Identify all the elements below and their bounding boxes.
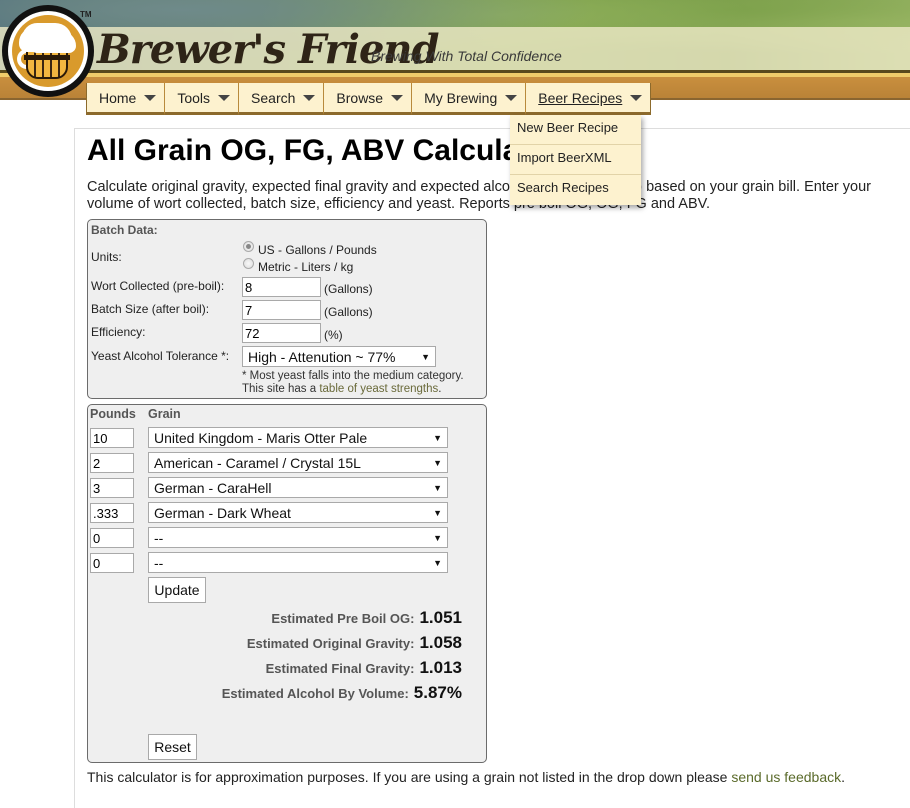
disclaimer: This calculator is for approximation pur…	[87, 769, 845, 785]
pre-boil-og-value: 1.051	[419, 608, 462, 627]
pre-boil-og-label: Estimated Pre Boil OG:	[271, 611, 415, 626]
grain-select-value: --	[154, 529, 164, 546]
fg-label: Estimated Final Gravity:	[265, 661, 415, 676]
dropdown-arrow-icon: ▼	[433, 457, 442, 468]
units-metric-radio[interactable]	[243, 258, 254, 269]
result-pre-boil-og: Estimated Pre Boil OG: 1.051	[271, 608, 462, 628]
pounds-column-header: Pounds	[90, 407, 136, 421]
caret-down-icon	[303, 94, 316, 101]
yeast-note-prefix: This site has a	[242, 383, 320, 395]
grain-select-value: --	[154, 554, 164, 571]
pounds-input[interactable]	[90, 553, 134, 573]
abv-value: 5.87%	[413, 683, 462, 702]
pounds-input[interactable]	[90, 428, 134, 448]
page-title: All Grain OG, FG, ABV Calculator	[87, 134, 560, 167]
grain-select[interactable]: -- ▼	[148, 527, 448, 548]
caret-down-icon	[391, 94, 404, 101]
disclaimer-suffix: .	[841, 769, 845, 785]
dropdown-arrow-icon: ▼	[433, 432, 442, 443]
nav-item-browse[interactable]: Browse	[323, 83, 412, 115]
yeast-note: * Most yeast falls into the medium categ…	[242, 370, 464, 396]
menu-item-search-recipes[interactable]: Search Recipes	[510, 175, 641, 205]
nav-item-label: Browse	[336, 89, 384, 106]
dropdown-arrow-icon: ▼	[433, 557, 442, 568]
pounds-input[interactable]	[90, 528, 134, 548]
grain-select[interactable]: -- ▼	[148, 552, 448, 573]
grain-column-header: Grain	[148, 407, 181, 421]
yeast-tolerance-value: High - Attenution ~ 77%	[248, 348, 396, 365]
units-label: Units:	[91, 250, 122, 264]
beer-recipes-dropdown-menu: New Beer Recipe Import BeerXML Search Re…	[510, 115, 641, 205]
pounds-input[interactable]	[90, 478, 134, 498]
yeast-note-line1: * Most yeast falls into the medium categ…	[242, 370, 464, 382]
result-fg: Estimated Final Gravity: 1.013	[266, 658, 462, 678]
tagline: Brewing With Total Confidence	[371, 48, 562, 64]
nav-item-my-brewing[interactable]: My Brewing	[411, 83, 526, 115]
efficiency-label: Efficiency:	[91, 325, 146, 339]
grain-select-value: German - CaraHell	[154, 479, 272, 496]
grain-select[interactable]: American - Caramel / Crystal 15L ▼	[148, 452, 448, 473]
caret-down-icon	[505, 94, 518, 101]
wort-collected-label: Wort Collected (pre-boil):	[91, 279, 225, 293]
pounds-input[interactable]	[90, 453, 134, 473]
menu-item-new-beer-recipe[interactable]: New Beer Recipe	[510, 115, 641, 145]
send-feedback-link[interactable]: send us feedback	[731, 769, 841, 785]
caret-down-icon	[630, 94, 643, 101]
batch-size-input[interactable]	[242, 300, 321, 320]
grain-select-value: United Kingdom - Maris Otter Pale	[154, 429, 368, 446]
batch-size-unit: (Gallons)	[324, 305, 373, 319]
batch-data-title: Batch Data:	[91, 223, 158, 237]
reset-button[interactable]: Reset	[148, 734, 197, 760]
grain-select-value: American - Caramel / Crystal 15L	[154, 454, 361, 471]
efficiency-unit: (%)	[324, 328, 343, 342]
grain-bill-panel: Pounds Grain United Kingdom - Maris Otte…	[87, 404, 487, 763]
caret-down-icon	[144, 94, 157, 101]
batch-size-label: Batch Size (after boil):	[91, 302, 210, 316]
result-og: Estimated Original Gravity: 1.058	[247, 633, 462, 653]
page-intro: Calculate original gravity, expected fin…	[87, 179, 871, 212]
fg-value: 1.013	[419, 658, 462, 677]
nav-item-label: Tools	[177, 89, 211, 106]
trademark: TM	[80, 10, 92, 19]
yeast-note-suffix: .	[438, 383, 442, 395]
grain-select[interactable]: German - Dark Wheat ▼	[148, 502, 448, 523]
og-value: 1.058	[419, 633, 462, 652]
nav-item-label: Home	[99, 89, 137, 106]
abv-label: Estimated Alcohol By Volume:	[221, 686, 409, 701]
dropdown-arrow-icon: ▼	[433, 482, 442, 493]
update-button[interactable]: Update	[148, 577, 206, 603]
og-label: Estimated Original Gravity:	[246, 636, 415, 651]
disclaimer-text: This calculator is for approximation pur…	[87, 769, 732, 785]
main-nav: Home Tools Search Browse My Brewing Beer…	[86, 83, 652, 115]
nav-item-label: My Brewing	[424, 89, 498, 106]
menu-item-import-beerxml[interactable]: Import BeerXML	[510, 145, 641, 175]
grain-select[interactable]: United Kingdom - Maris Otter Pale ▼	[148, 427, 448, 448]
nav-item-beer-recipes[interactable]: Beer Recipes	[525, 83, 652, 115]
pounds-input[interactable]	[90, 503, 134, 523]
dropdown-arrow-icon: ▼	[421, 351, 430, 362]
dropdown-arrow-icon: ▼	[433, 532, 442, 543]
nav-item-label: Beer Recipes	[538, 89, 623, 106]
units-us-radio[interactable]	[243, 241, 254, 252]
efficiency-input[interactable]	[242, 323, 321, 343]
yeast-strengths-link[interactable]: table of yeast strengths	[319, 383, 438, 395]
wort-unit: (Gallons)	[324, 282, 373, 296]
dropdown-arrow-icon: ▼	[433, 507, 442, 518]
units-metric-label[interactable]: Metric - Liters / kg	[258, 260, 353, 274]
nav-item-search[interactable]: Search	[238, 83, 324, 115]
grain-select-value: German - Dark Wheat	[154, 504, 291, 521]
wort-collected-input[interactable]	[242, 277, 321, 297]
yeast-tolerance-label: Yeast Alcohol Tolerance *:	[91, 349, 230, 363]
result-abv: Estimated Alcohol By Volume: 5.87%	[222, 683, 462, 703]
caret-down-icon	[218, 94, 231, 101]
batch-data-panel: Batch Data: Units: US - Gallons / Pounds…	[87, 219, 487, 399]
nav-item-home[interactable]: Home	[86, 83, 165, 115]
yeast-tolerance-select[interactable]: High - Attenution ~ 77% ▼	[242, 346, 436, 367]
nav-item-label: Search	[251, 89, 296, 106]
units-us-label[interactable]: US - Gallons / Pounds	[258, 243, 377, 257]
nav-item-tools[interactable]: Tools	[164, 83, 239, 115]
grain-select[interactable]: German - CaraHell ▼	[148, 477, 448, 498]
